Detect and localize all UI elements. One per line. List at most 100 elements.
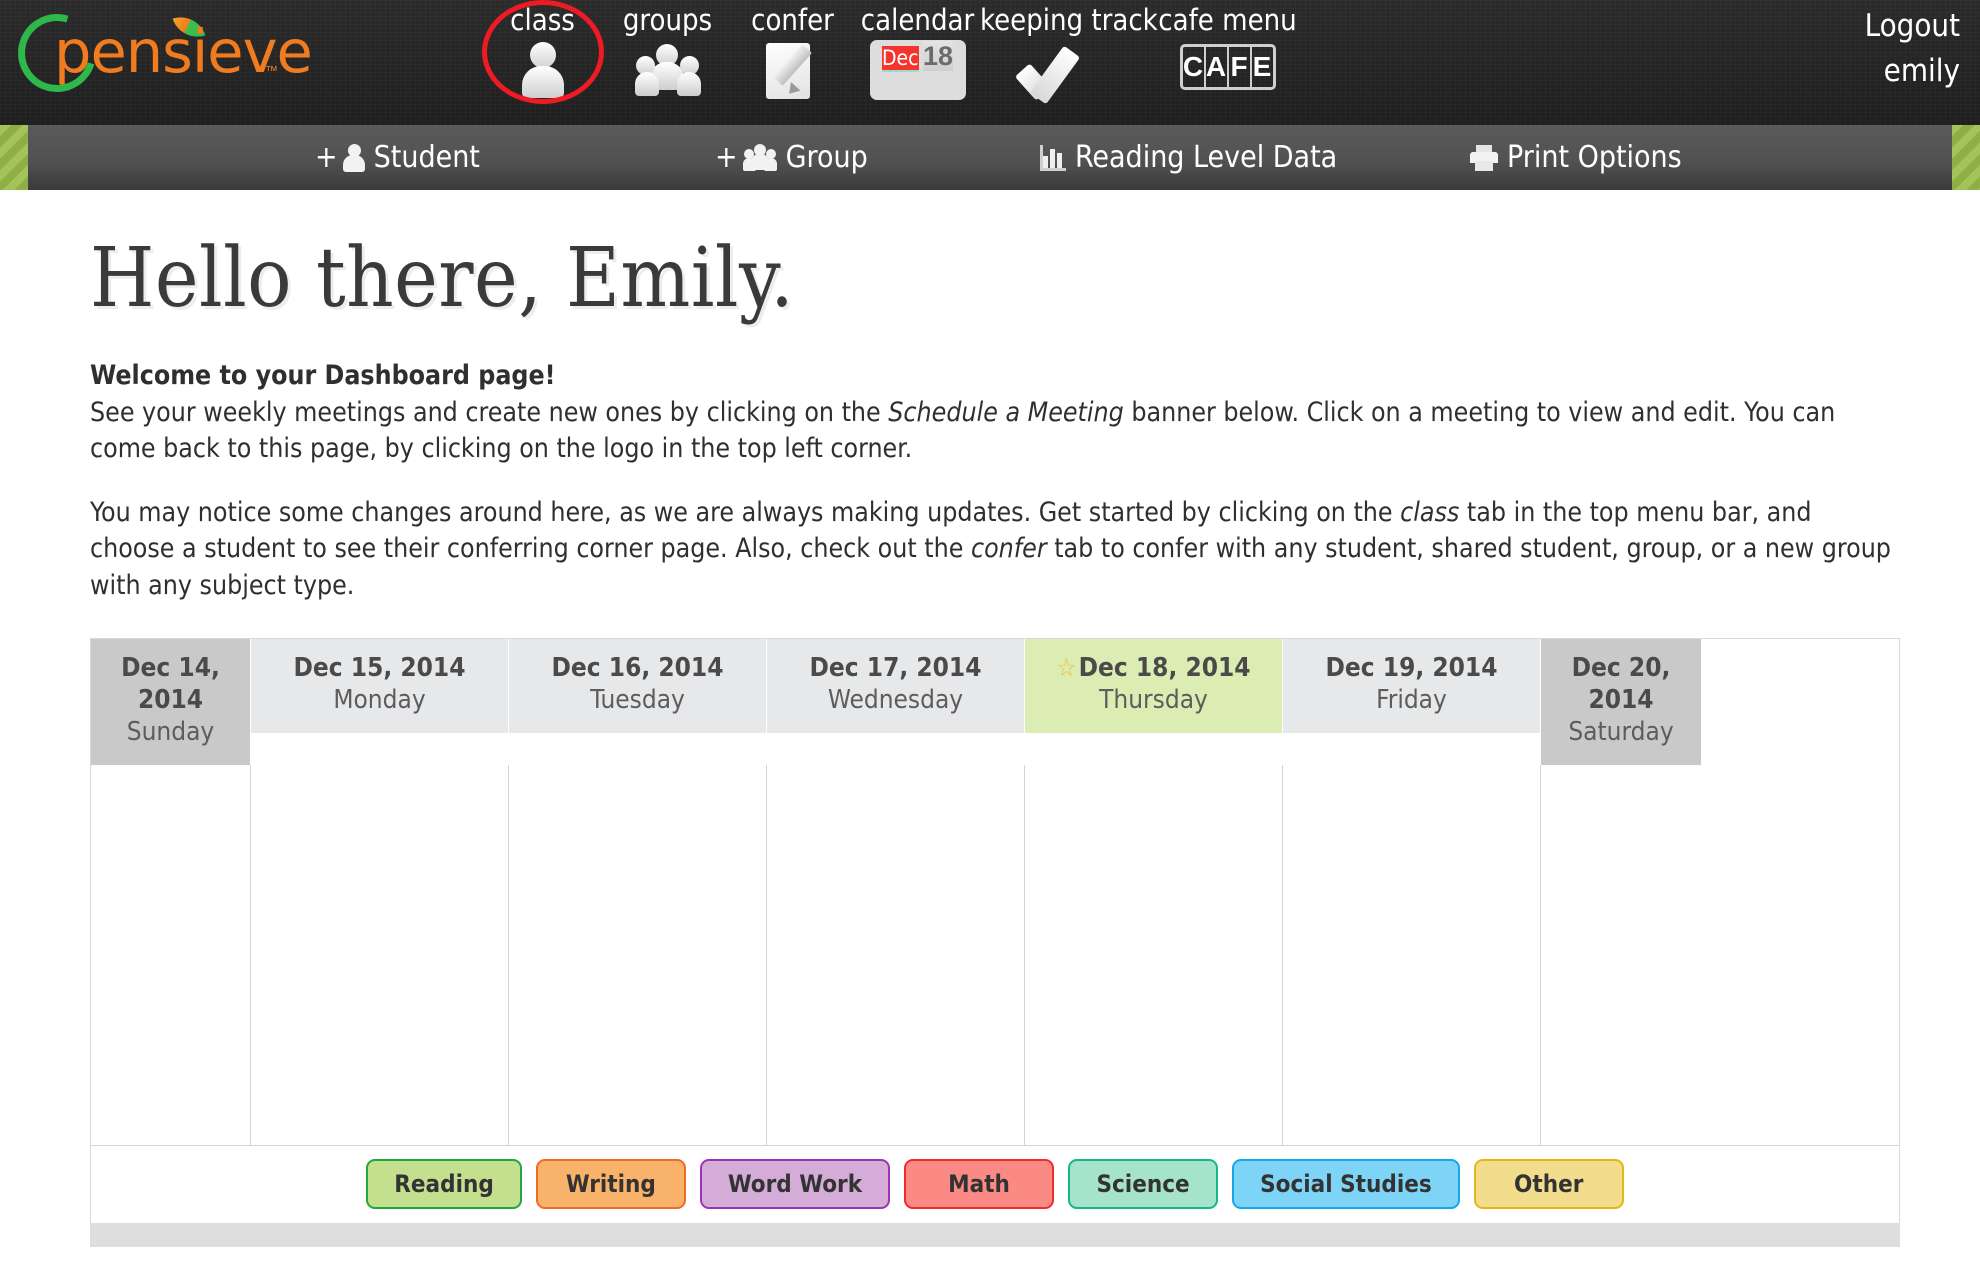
person-icon: [480, 38, 605, 102]
calendar-icon-month: Dec: [881, 46, 919, 73]
nav-item-cafe-menu[interactable]: cafe menu C A F E: [1145, 0, 1310, 102]
calendar-cell-wednesday[interactable]: [767, 764, 1025, 1145]
calendar-header-monday[interactable]: Dec 15, 2014 Monday: [251, 639, 509, 733]
logo-trademark: ™: [265, 63, 278, 78]
add-student-label: Student: [373, 140, 480, 175]
calendar-dayname-monday: Monday: [333, 685, 426, 716]
calendar-body-row: [91, 764, 1899, 1145]
p2-emphasis-class: class: [1400, 496, 1460, 528]
legend-chip-word-work[interactable]: Word Work: [699, 1159, 891, 1210]
calendar-cell-sunday[interactable]: [91, 764, 251, 1145]
p1-emphasis: Schedule a Meeting: [888, 396, 1124, 428]
group-icon: [742, 143, 777, 172]
nav-label-class: class: [510, 3, 575, 37]
nav-item-calendar[interactable]: calendar Dec 18: [855, 0, 980, 102]
legend-chip-social-studies[interactable]: Social Studies: [1232, 1159, 1460, 1210]
calendar-icon-day: 18: [922, 41, 954, 72]
calendar-header-sunday[interactable]: Dec 14, 2014 Sunday: [91, 639, 251, 765]
pensieve-logo[interactable]: pensieve ™: [4, 0, 313, 108]
calendar-date-tuesday: Dec 16, 2014: [551, 653, 724, 684]
legend-chip-science[interactable]: Science: [1068, 1159, 1219, 1210]
subject-legend: Reading Writing Word Work Math Science S…: [91, 1144, 1899, 1223]
nav-label-keeping-track: keeping track: [980, 3, 1158, 37]
star-icon: ☆: [1056, 653, 1077, 683]
calendar-dayname-friday: Friday: [1376, 685, 1447, 716]
calendar-date-saturday: Dec 20, 2014: [1571, 653, 1671, 716]
cafe-letter-a: A: [1206, 47, 1229, 88]
calendar-cell-saturday[interactable]: [1541, 764, 1701, 1145]
person-icon: [342, 143, 365, 172]
print-options-button[interactable]: Print Options: [1470, 140, 1682, 175]
username-link[interactable]: emily: [1865, 49, 1960, 94]
p2-emphasis-confer: confer: [970, 533, 1047, 565]
p2-part-a: You may notice some changes around here,…: [90, 496, 1401, 528]
plus-icon: +: [315, 140, 338, 175]
nav-label-groups: groups: [622, 3, 713, 37]
note-pencil-icon: [730, 38, 855, 102]
intro-text: Welcome to your Dashboard page! See your…: [90, 358, 1900, 604]
nav-item-confer[interactable]: confer: [730, 0, 855, 102]
calendar-dayname-thursday: Thursday: [1099, 685, 1208, 716]
welcome-paragraph: Welcome to your Dashboard page! See your…: [90, 358, 1900, 468]
calendar-cell-tuesday[interactable]: [509, 764, 767, 1145]
add-group-button[interactable]: + Group: [715, 140, 868, 175]
welcome-heading: Welcome to your Dashboard page!: [90, 360, 556, 392]
secondary-toolbar: + Student + Group Reading Level Data Pri…: [0, 125, 1980, 190]
legend-chip-reading[interactable]: Reading: [366, 1159, 522, 1210]
calendar-dayname-sunday: Sunday: [126, 716, 215, 747]
calendar-dayname-saturday: Saturday: [1568, 716, 1674, 747]
add-group-label: Group: [785, 140, 868, 175]
calendar-header-friday[interactable]: Dec 19, 2014 Friday: [1283, 639, 1541, 733]
nav-item-keeping-track[interactable]: keeping track: [980, 0, 1158, 105]
nav-label-calendar: calendar: [860, 3, 975, 37]
bar-chart-icon: [1040, 144, 1066, 171]
calendar-header-row: Dec 14, 2014 Sunday Dec 15, 2014 Monday …: [91, 639, 1899, 765]
page-title: Hello there, Emily.: [90, 231, 795, 326]
legend-chip-math[interactable]: Math: [904, 1159, 1055, 1210]
calendar-header-tuesday[interactable]: Dec 16, 2014 Tuesday: [509, 639, 767, 733]
account-menu: Logout emily: [1865, 0, 1960, 94]
printer-icon: [1470, 144, 1498, 171]
reading-level-data-button[interactable]: Reading Level Data: [1040, 140, 1337, 175]
p1-part-a: See your weekly meetings and create new …: [90, 396, 889, 428]
calendar-dayname-wednesday: Wednesday: [827, 685, 964, 716]
left-stripe-decoration: [0, 125, 28, 190]
calendar-icon: Dec 18: [855, 38, 980, 102]
footer-strip: [90, 1222, 1900, 1247]
right-stripe-decoration: [1952, 125, 1980, 190]
main-navigation: class groups confer calendar Dec 18 keep…: [480, 0, 1310, 125]
checkmark-icon: [980, 38, 1145, 105]
calendar-dayname-tuesday: Tuesday: [590, 685, 685, 716]
legend-chip-writing[interactable]: Writing: [535, 1159, 686, 1210]
nav-item-groups[interactable]: groups: [605, 0, 730, 102]
plus-icon: +: [715, 140, 738, 175]
updates-paragraph: You may notice some changes around here,…: [90, 495, 1900, 605]
calendar-cell-monday[interactable]: [251, 764, 509, 1145]
nav-label-cafe-menu: cafe menu: [1158, 3, 1297, 37]
logout-link[interactable]: Logout: [1865, 4, 1960, 49]
calendar-header-thursday-today[interactable]: ☆Dec 18, 2014 Thursday: [1025, 639, 1283, 733]
weekly-calendar: Dec 14, 2014 Sunday Dec 15, 2014 Monday …: [90, 638, 1900, 1223]
calendar-date-sunday: Dec 14, 2014: [121, 653, 220, 716]
calendar-date-thursday-text: Dec 18, 2014: [1078, 653, 1251, 684]
cafe-letter-e: E: [1252, 51, 1272, 83]
main-content: Hello there, Emily. Welcome to your Dash…: [0, 190, 1980, 1247]
nav-item-class[interactable]: class: [480, 0, 605, 104]
calendar-date-thursday: ☆Dec 18, 2014: [1031, 653, 1276, 685]
calendar-date-wednesday: Dec 17, 2014: [809, 653, 982, 684]
nav-label-confer: confer: [751, 3, 834, 37]
cafe-icon: C A F E: [1145, 38, 1310, 102]
calendar-header-saturday[interactable]: Dec 20, 2014 Saturday: [1541, 639, 1701, 765]
print-options-label: Print Options: [1507, 140, 1682, 175]
calendar-cell-friday[interactable]: [1283, 764, 1541, 1145]
add-student-button[interactable]: + Student: [315, 140, 480, 175]
group-icon: [605, 38, 730, 102]
cafe-letter-c: C: [1183, 47, 1206, 88]
app-header: pensieve ™ class groups confer calendar …: [0, 0, 1980, 125]
calendar-cell-thursday[interactable]: [1025, 764, 1283, 1145]
calendar-date-monday: Dec 15, 2014: [293, 653, 466, 684]
reading-level-data-label: Reading Level Data: [1075, 140, 1338, 175]
calendar-date-friday: Dec 19, 2014: [1325, 653, 1498, 684]
legend-chip-other[interactable]: Other: [1473, 1159, 1624, 1210]
calendar-header-wednesday[interactable]: Dec 17, 2014 Wednesday: [767, 639, 1025, 733]
